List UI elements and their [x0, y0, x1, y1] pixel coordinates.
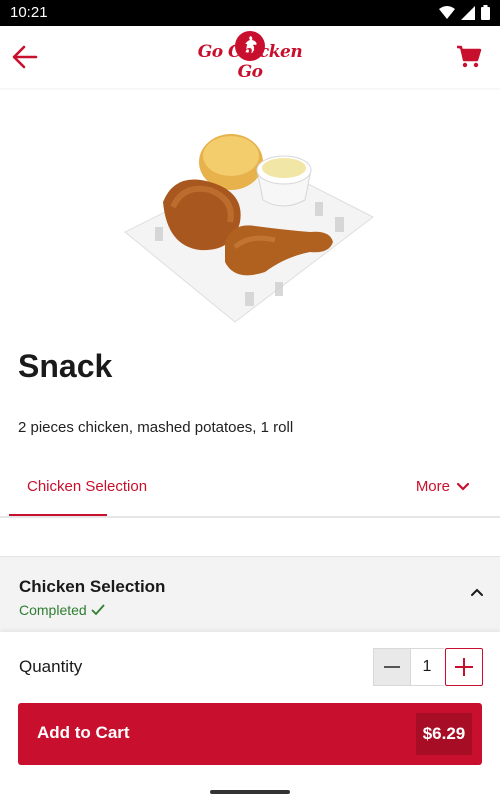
chevron-down-icon	[456, 482, 470, 491]
cart-button[interactable]	[454, 42, 484, 72]
tab-chicken-selection[interactable]: Chicken Selection	[9, 462, 147, 516]
add-to-cart-price: $6.29	[416, 713, 472, 755]
status-icons	[439, 5, 490, 20]
product-image	[124, 134, 374, 323]
wifi-icon	[439, 5, 455, 19]
quantity-stepper: 1	[373, 648, 483, 686]
bottom-panel: Quantity 1 Add to Cart $6.29	[0, 632, 500, 800]
chicken-selection-section[interactable]: Chicken Selection Completed	[0, 556, 500, 633]
quantity-label: Quantity	[19, 657, 83, 676]
minus-icon	[384, 666, 400, 668]
quantity-value: 1	[410, 648, 444, 686]
status-time: 10:21	[10, 4, 48, 21]
section-status-label: Completed	[19, 602, 87, 618]
decrease-quantity-button[interactable]	[373, 648, 411, 686]
cart-icon	[457, 45, 482, 68]
checkmark-icon	[91, 604, 105, 616]
tab-more[interactable]: More	[416, 478, 470, 495]
section-status: Completed	[19, 602, 105, 618]
brand-wordmark: Go Chicken Go	[197, 42, 303, 82]
arrow-left-icon	[12, 45, 38, 69]
tab-chicken-selection-label: Chicken Selection	[27, 478, 148, 495]
signal-icon	[461, 5, 475, 20]
status-bar: 10:21	[0, 0, 500, 26]
product-title: Snack	[18, 348, 113, 384]
add-to-cart-button[interactable]: Add to Cart $6.29	[18, 703, 482, 765]
plus-icon	[455, 658, 473, 676]
chevron-up-icon[interactable]	[470, 587, 484, 597]
back-button[interactable]	[8, 40, 42, 74]
increase-quantity-button[interactable]	[445, 648, 483, 686]
app-bar: Go Chicken Go	[0, 26, 500, 88]
gesture-nav-bar[interactable]	[210, 790, 290, 794]
brand-logo: Go Chicken Go	[190, 30, 310, 86]
add-to-cart-label: Add to Cart	[37, 723, 130, 742]
section-title: Chicken Selection	[19, 577, 166, 596]
product-description: 2 pieces chicken, mashed potatoes, 1 rol…	[18, 419, 294, 436]
tab-bar: Chicken Selection More	[0, 462, 500, 518]
battery-icon	[481, 5, 490, 20]
tab-more-label: More	[415, 478, 450, 495]
